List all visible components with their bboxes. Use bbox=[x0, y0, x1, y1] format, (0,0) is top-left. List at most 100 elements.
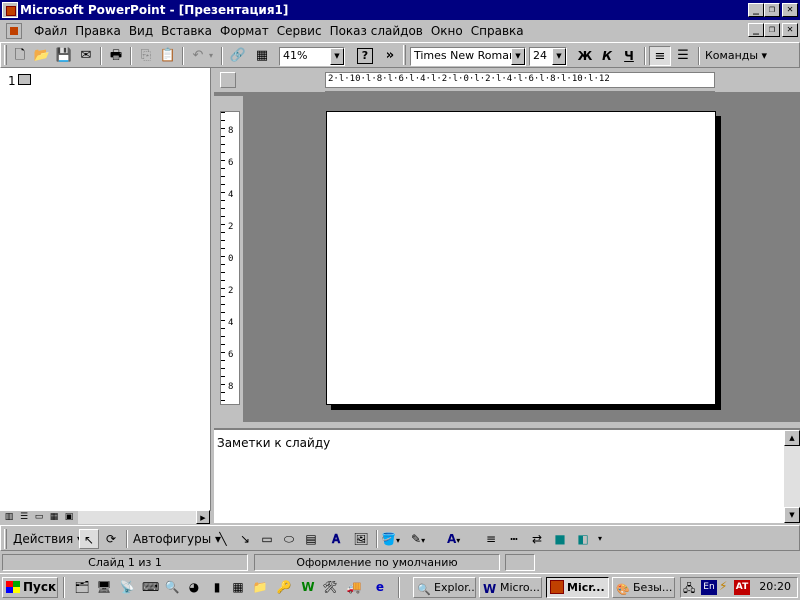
menu-slideshow[interactable]: Показ слайдов bbox=[326, 24, 427, 38]
menu-format[interactable]: Формат bbox=[216, 24, 273, 38]
hyperlink-icon[interactable]: 🔗 bbox=[227, 46, 249, 66]
minimize-button[interactable]: _ bbox=[748, 3, 764, 17]
copy-icon[interactable]: ⎘ bbox=[135, 46, 157, 66]
language-indicator[interactable]: En bbox=[701, 580, 717, 595]
quicklaunch-calculator-icon[interactable]: ▦ bbox=[230, 579, 246, 595]
free-rotate-icon[interactable]: ⟳ bbox=[101, 529, 121, 549]
slide-canvas[interactable] bbox=[326, 111, 716, 405]
menu-view[interactable]: Вид bbox=[125, 24, 157, 38]
quicklaunch-truck-icon[interactable]: 🚚 bbox=[346, 579, 362, 595]
doc-minimize-button[interactable]: _ bbox=[748, 23, 764, 37]
quicklaunch-channels-icon[interactable]: 📡 bbox=[119, 579, 135, 595]
scroll-down-icon[interactable]: ▼ bbox=[784, 507, 800, 523]
line-color-icon[interactable]: ✎▾ bbox=[411, 529, 441, 549]
help-icon[interactable]: ? bbox=[354, 46, 376, 66]
fill-color-icon[interactable]: 🪣▾ bbox=[381, 529, 407, 549]
task-word[interactable]: W Micro... bbox=[479, 577, 542, 598]
insert-table-icon[interactable]: ▦ bbox=[251, 46, 273, 66]
normal-view-icon[interactable]: ▥ bbox=[2, 511, 16, 524]
restore-button[interactable]: ❐ bbox=[764, 3, 780, 17]
email-icon[interactable]: ✉ bbox=[75, 46, 97, 66]
open-folder-icon[interactable]: 📂 bbox=[31, 46, 53, 66]
toolbar-handle[interactable] bbox=[4, 529, 7, 549]
task-explorer[interactable]: 🔍 Explor... bbox=[413, 577, 476, 598]
menu-help[interactable]: Справка bbox=[467, 24, 528, 38]
quicklaunch-color-icon[interactable]: ◕ bbox=[186, 579, 202, 595]
slide-workspace[interactable] bbox=[243, 96, 800, 422]
font-color-icon[interactable]: A▾ bbox=[447, 529, 477, 549]
task-paint[interactable]: 🎨 Безы... bbox=[612, 577, 675, 598]
powerpoint-app-icon[interactable] bbox=[2, 2, 18, 18]
shadow-icon[interactable]: ■ bbox=[550, 529, 570, 549]
notes-pane[interactable]: Заметки к слайду ▲ ▼ bbox=[214, 428, 800, 523]
text-box-icon[interactable]: ▤ bbox=[301, 529, 321, 549]
new-file-icon[interactable]: 🗋 bbox=[9, 46, 31, 66]
line-tool-icon[interactable]: ╲ bbox=[213, 529, 233, 549]
line-style-icon[interactable]: ≡ bbox=[481, 529, 501, 549]
paste-icon[interactable]: 📋 bbox=[157, 46, 179, 66]
underline-button[interactable]: Ч bbox=[618, 46, 640, 66]
doc-close-button[interactable]: ✕ bbox=[782, 23, 798, 37]
undo-dropdown-icon[interactable]: ▾ bbox=[205, 46, 217, 66]
horizontal-ruler[interactable]: 2·l·10·l·8·l·6·l·4·l·2·l·0·l·2·l·4·l·6·l… bbox=[325, 72, 715, 88]
quicklaunch-tools-icon[interactable]: 🛠 bbox=[322, 579, 338, 595]
align-center-icon[interactable]: ☰ bbox=[672, 46, 694, 66]
chevron-down-icon[interactable]: ▼ bbox=[552, 48, 566, 65]
print-icon[interactable]: 🖶 bbox=[105, 46, 127, 66]
more-buttons-icon[interactable]: ▾ bbox=[595, 529, 605, 549]
align-left-icon[interactable]: ≡ bbox=[649, 46, 671, 66]
save-icon[interactable]: 💾 bbox=[53, 46, 75, 66]
arrow-style-icon[interactable]: ⇄ bbox=[527, 529, 547, 549]
chevron-down-icon[interactable]: ▼ bbox=[330, 48, 344, 65]
quicklaunch-folder-icon[interactable]: 📁 bbox=[252, 579, 268, 595]
quicklaunch-ie-icon[interactable]: e bbox=[372, 579, 388, 595]
scroll-right-icon[interactable]: ▶ bbox=[196, 510, 210, 524]
notes-vscroll[interactable]: ▲ ▼ bbox=[784, 430, 800, 523]
doc-restore-button[interactable]: ❐ bbox=[764, 23, 780, 37]
outline-pane[interactable]: 1 bbox=[0, 68, 211, 511]
clock[interactable]: 20:20 bbox=[759, 580, 791, 593]
toolbar-handle[interactable] bbox=[403, 45, 406, 65]
menu-edit[interactable]: Правка bbox=[71, 24, 125, 38]
autoshapes-menu-button[interactable]: Автофигуры ▾ bbox=[133, 529, 221, 549]
quicklaunch-search-icon[interactable]: 🔍 bbox=[164, 579, 180, 595]
more-buttons-icon[interactable]: » bbox=[383, 46, 397, 66]
wordart-icon[interactable]: 𝐀 bbox=[326, 529, 346, 549]
oval-tool-icon[interactable]: ⬭ bbox=[279, 529, 299, 549]
quicklaunch-word-icon[interactable]: W bbox=[300, 579, 316, 595]
menu-tools[interactable]: Сервис bbox=[273, 24, 326, 38]
document-icon[interactable] bbox=[6, 23, 22, 39]
task-powerpoint[interactable]: Micr... bbox=[546, 577, 609, 598]
3d-icon[interactable]: ◧ bbox=[573, 529, 593, 549]
select-pointer-icon[interactable]: ↖ bbox=[79, 529, 99, 549]
start-button[interactable]: Пуск bbox=[2, 577, 58, 598]
ruler-corner[interactable] bbox=[220, 72, 236, 88]
arrow-tool-icon[interactable]: ↘ bbox=[235, 529, 255, 549]
outline-hscroll-track[interactable] bbox=[78, 511, 196, 524]
zoom-select[interactable]: 41% ▼ bbox=[279, 47, 345, 66]
quicklaunch-desktop-icon[interactable]: 🖥 bbox=[96, 579, 112, 595]
vertical-ruler[interactable]: 8 6 4 2 0 2 4 6 8 bbox=[220, 111, 240, 405]
menu-window[interactable]: Окно bbox=[427, 24, 467, 38]
commands-menu-button[interactable]: Команды ▾ bbox=[705, 46, 785, 66]
scroll-up-icon[interactable]: ▲ bbox=[784, 430, 800, 446]
menu-insert[interactable]: Вставка bbox=[157, 24, 216, 38]
actions-menu-button[interactable]: Действия ▾ bbox=[13, 529, 83, 549]
rectangle-tool-icon[interactable]: ▭ bbox=[257, 529, 277, 549]
quicklaunch-battery-icon[interactable]: ▮ bbox=[209, 579, 225, 595]
dash-style-icon[interactable]: ┅ bbox=[504, 529, 524, 549]
slideshow-view-icon[interactable]: ▣ bbox=[62, 511, 76, 524]
outline-view-icon[interactable]: ☰ bbox=[17, 511, 31, 524]
slide-sorter-view-icon[interactable]: ▦ bbox=[47, 511, 61, 524]
quicklaunch-explorer-icon[interactable]: 🗂 bbox=[74, 579, 90, 595]
quicklaunch-access-icon[interactable]: 🔑 bbox=[276, 579, 292, 595]
tray-network-icon[interactable]: 🖧 bbox=[683, 580, 695, 599]
slide-view-icon[interactable]: ▭ bbox=[32, 511, 46, 524]
tray-app-icon[interactable]: AT bbox=[734, 580, 750, 595]
slide-thumbnail-icon[interactable] bbox=[18, 74, 31, 85]
italic-button[interactable]: К bbox=[596, 46, 618, 66]
font-name-select[interactable]: Times New Roman ▼ bbox=[410, 47, 526, 66]
toolbar-handle[interactable] bbox=[4, 45, 7, 65]
quicklaunch-keyboard-icon[interactable]: ⌨ bbox=[142, 579, 159, 595]
close-button[interactable]: ✕ bbox=[782, 3, 798, 17]
